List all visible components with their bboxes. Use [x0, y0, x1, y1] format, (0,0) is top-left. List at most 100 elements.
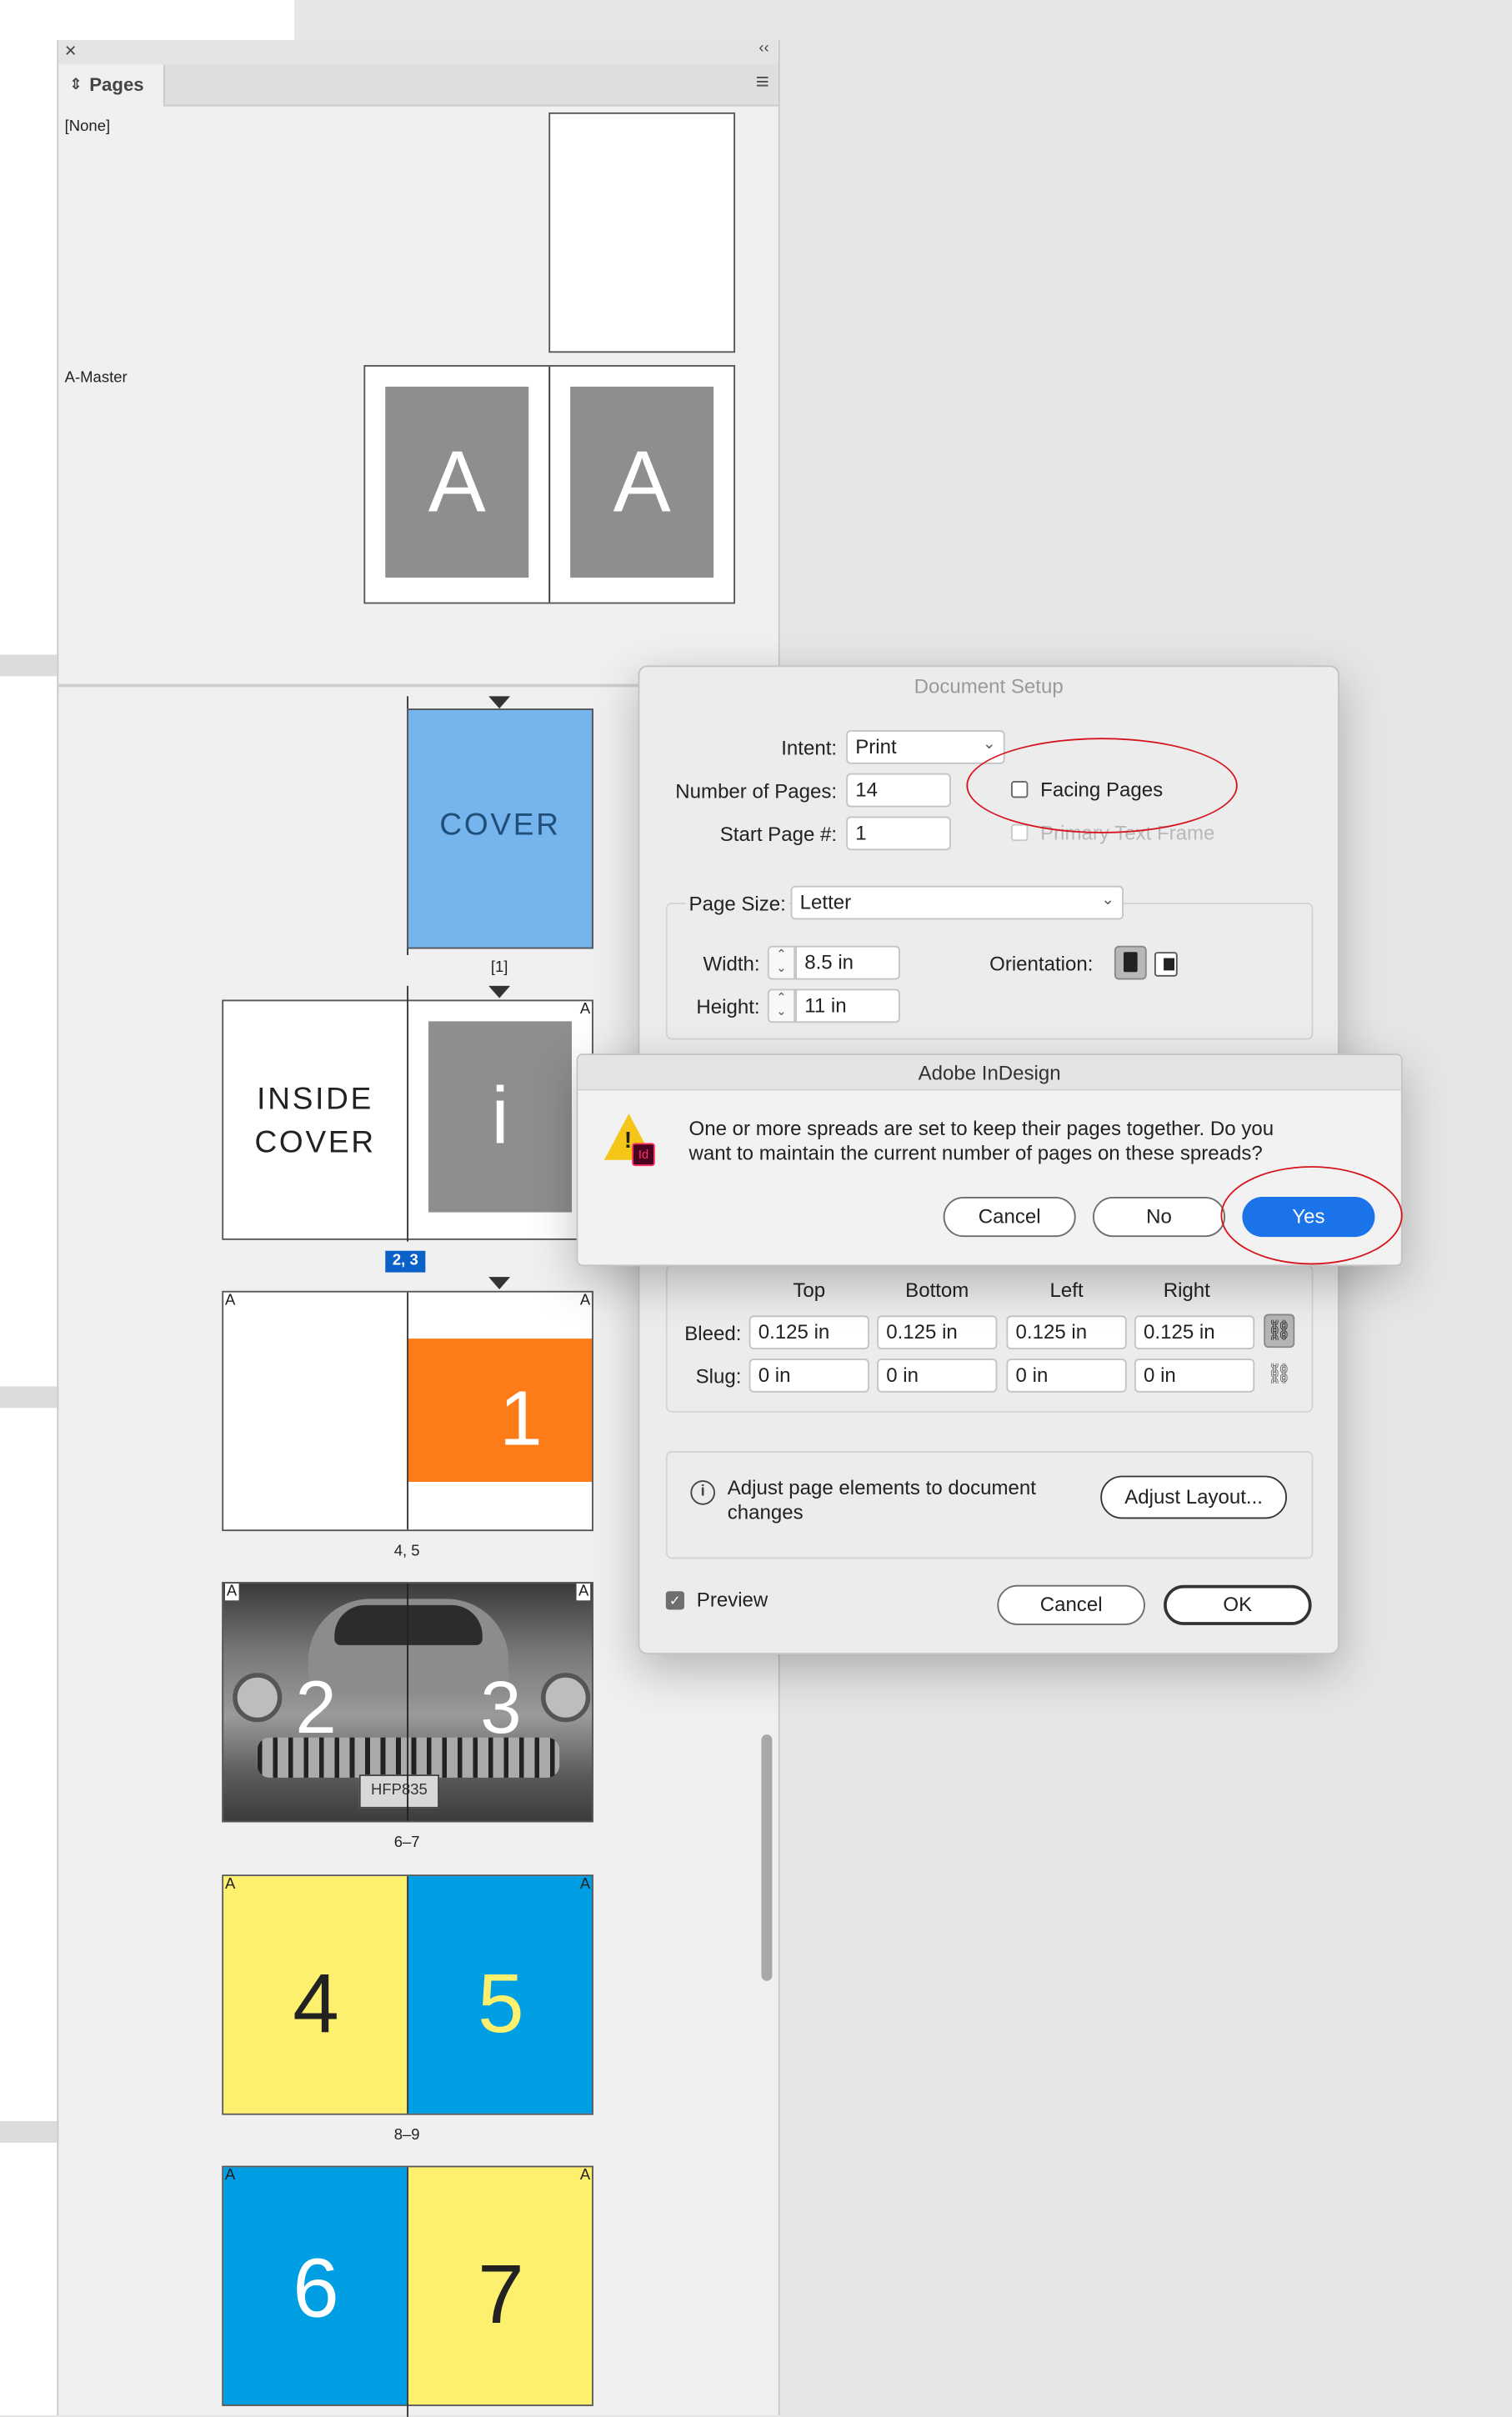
unlink-chain-icon[interactable]: ⛓ — [1264, 1359, 1294, 1393]
master-a-spread[interactable]: A A — [363, 365, 736, 604]
master-letter: A — [428, 433, 486, 530]
panel-title-bar: × ‹‹ — [58, 38, 779, 67]
spread-4-5[interactable]: 1 A A — [222, 1290, 593, 1532]
master-indicator: A — [224, 2167, 236, 2184]
link-chain-icon[interactable]: ⛓ — [1264, 1314, 1295, 1349]
alert-message-line2: want to maintain the current number of p… — [688, 1141, 1263, 1165]
primary-text-frame-checkbox — [1011, 823, 1029, 842]
page-letter: i — [491, 1072, 509, 1162]
height-stepper[interactable]: ⌃ ⌄ — [767, 988, 796, 1023]
bleed-bottom-value: 0.125 in — [886, 1319, 958, 1344]
num-pages-input[interactable]: 14 — [846, 773, 951, 808]
master-indicator: A — [579, 2167, 591, 2184]
slug-left-input[interactable]: 0 in — [1006, 1359, 1127, 1393]
facing-pages-highlight-ellipse — [966, 738, 1238, 833]
spread-label: 6–7 — [393, 1834, 420, 1852]
dialog-title: Document Setup — [914, 674, 1064, 698]
panel-tab-row: ⇕ Pages ≡ — [58, 64, 779, 107]
selected-spread-label[interactable]: 2, 3 — [385, 1250, 426, 1273]
bleed-top-value: 0.125 in — [758, 1319, 830, 1344]
master-i-page: i — [428, 1021, 573, 1213]
height-value: 11 in — [804, 993, 847, 1017]
num-pages-label: Number of Pages: — [675, 779, 838, 803]
collapse-icon[interactable]: ‹‹ — [759, 40, 769, 57]
col-left-header: Left — [1049, 1279, 1084, 1302]
start-page-input[interactable]: 1 — [846, 816, 951, 851]
slug-right-input[interactable]: 0 in — [1134, 1359, 1255, 1393]
alert-cancel-button[interactable]: Cancel — [943, 1197, 1076, 1238]
page-number-3: 3 — [480, 1668, 522, 1750]
start-page-label: Start Page #: — [719, 822, 838, 846]
bleed-left-input[interactable]: 0.125 in — [1006, 1315, 1127, 1350]
col-top-header: Top — [793, 1279, 826, 1302]
car-license-plate: HFP835 — [358, 1774, 439, 1809]
cover-page[interactable]: COVER — [407, 708, 593, 949]
pasteboard-divider — [0, 654, 58, 677]
bleed-top-input[interactable]: 0.125 in — [748, 1315, 869, 1350]
inside-cover-spread[interactable]: INSIDE COVER i A — [222, 985, 593, 1242]
spread-6-7[interactable]: HFP835 2 3 A A — [222, 1582, 593, 1823]
alert-no-label: No — [1146, 1204, 1172, 1229]
col-bottom-header: Bottom — [905, 1279, 969, 1302]
orientation-label: Orientation: — [989, 952, 1094, 975]
tab-pages[interactable]: ⇕ Pages — [58, 64, 165, 107]
spread-spine — [407, 985, 409, 1242]
page-size-label: Page Size: — [685, 892, 789, 915]
alert-no-button[interactable]: No — [1093, 1197, 1226, 1238]
portrait-icon[interactable] — [1114, 945, 1147, 980]
page-size-select[interactable]: Letter ⌄ — [790, 885, 1124, 920]
inside-cover-line1: INSIDE — [257, 1083, 374, 1117]
width-label: Width: — [703, 952, 760, 975]
ok-button[interactable]: OK — [1164, 1584, 1312, 1625]
warning-exclamation: ! — [623, 1127, 633, 1154]
car-headlight-right — [541, 1673, 591, 1723]
master-indicator: A — [224, 1292, 236, 1309]
master-none-thumbnail[interactable] — [548, 112, 736, 353]
landscape-icon[interactable] — [1154, 952, 1178, 977]
spread-spine — [407, 1876, 409, 2114]
master-a-left-page: A — [385, 386, 529, 578]
cancel-button[interactable]: Cancel — [997, 1584, 1145, 1625]
close-icon[interactable]: × — [65, 38, 77, 62]
ok-label: OK — [1223, 1593, 1253, 1616]
intent-select[interactable]: Print ⌄ — [846, 730, 1005, 764]
master-indicator: A — [224, 1876, 236, 1894]
bleed-right-input[interactable]: 0.125 in — [1134, 1315, 1255, 1350]
spread-label: 4, 5 — [393, 1543, 420, 1561]
cover-text: COVER — [439, 808, 561, 843]
panel-menu-icon[interactable]: ≡ — [755, 69, 769, 95]
master-none-label[interactable]: [None] — [65, 118, 110, 135]
width-input[interactable]: 8.5 in — [795, 945, 900, 980]
spread-label: 2, 3 — [392, 1252, 418, 1269]
width-stepper[interactable]: ⌃ ⌄ — [767, 945, 796, 980]
panel-scrollbar-thumb[interactable] — [761, 1734, 773, 1981]
spread-spine — [548, 366, 551, 603]
slug-top-value: 0 in — [758, 1363, 791, 1387]
spread-spine — [407, 1583, 409, 1821]
num-pages-value: 14 — [855, 778, 879, 802]
preview-checkbox[interactable]: ✓ — [665, 1591, 685, 1610]
sort-arrows-icon: ⇕ — [69, 77, 83, 94]
height-input[interactable]: 11 in — [795, 988, 900, 1023]
master-indicator: A — [224, 1583, 239, 1601]
spread-8-9[interactable]: 4 5 A A — [222, 1874, 593, 2115]
yes-button-highlight-ellipse — [1220, 1166, 1403, 1265]
slug-top-input[interactable]: 0 in — [748, 1359, 869, 1393]
master-indicator: A — [579, 1876, 591, 1894]
slug-bottom-value: 0 in — [886, 1363, 919, 1387]
slug-bottom-input[interactable]: 0 in — [877, 1359, 998, 1393]
master-letter: A — [613, 433, 671, 530]
spread-spine — [407, 2167, 409, 2417]
master-a-label[interactable]: A-Master — [65, 370, 128, 387]
master-a-right-page: A — [570, 386, 714, 578]
slug-right-value: 0 in — [1144, 1363, 1176, 1387]
bleed-bottom-input[interactable]: 0.125 in — [877, 1315, 998, 1350]
alert-message-line1: One or more spreads are set to keep thei… — [688, 1116, 1274, 1140]
car-headlight-left — [233, 1673, 283, 1723]
width-value: 8.5 in — [804, 950, 854, 974]
cancel-label: Cancel — [1039, 1593, 1103, 1616]
adjust-layout-button[interactable]: Adjust Layout... — [1100, 1475, 1287, 1519]
page-number-1: 1 — [499, 1375, 543, 1462]
intent-label: Intent: — [781, 736, 838, 760]
spread-10-11[interactable]: 6 7 A A — [222, 2165, 593, 2417]
